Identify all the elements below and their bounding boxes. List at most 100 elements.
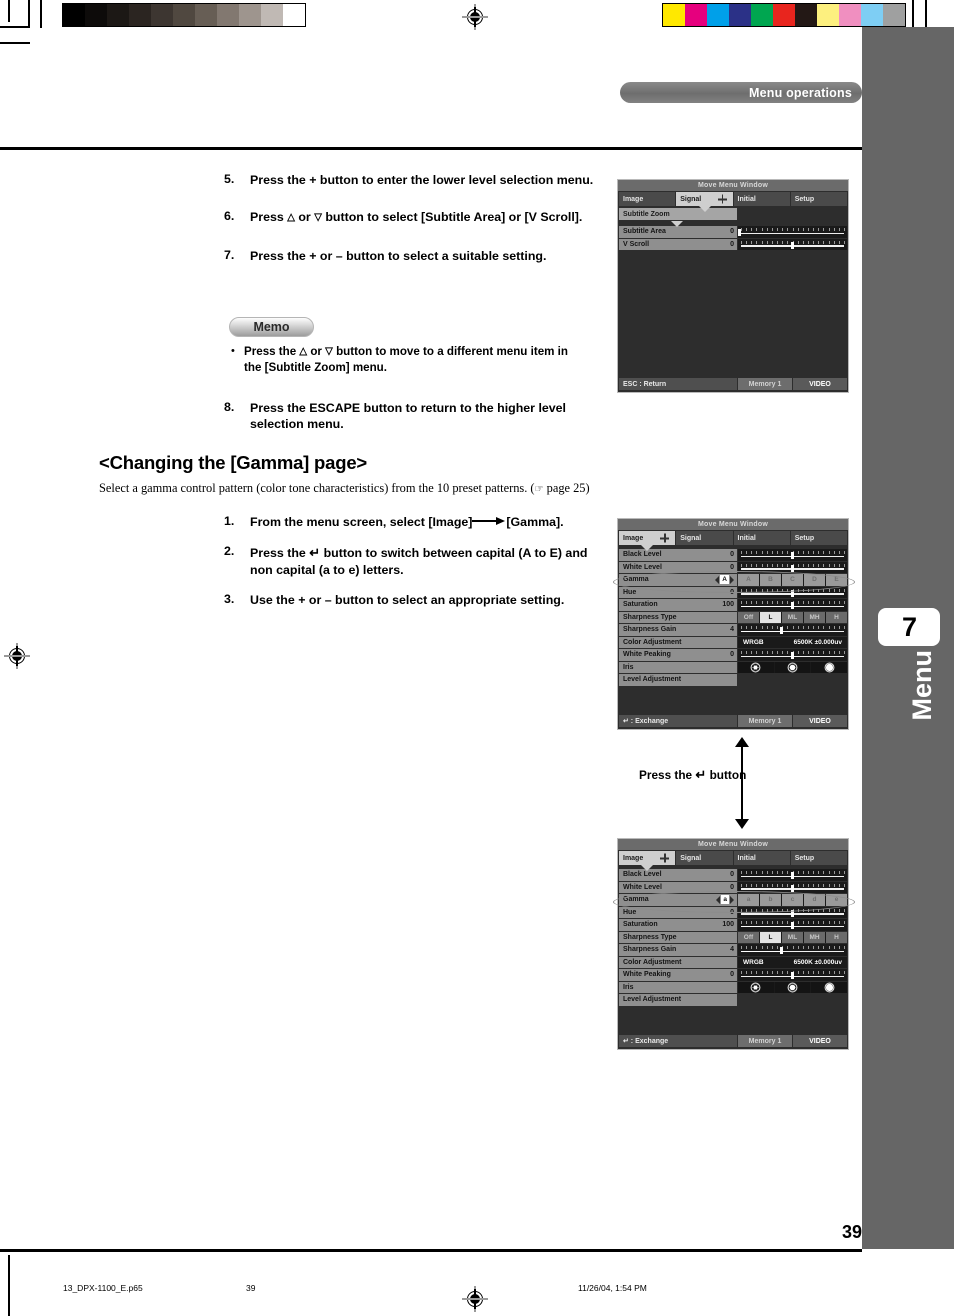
osd-tab-image[interactable]: Image <box>619 851 676 865</box>
slider-knob[interactable] <box>791 589 794 597</box>
osd-tab-setup[interactable]: Setup <box>790 192 847 206</box>
option-h[interactable]: H <box>826 931 847 943</box>
slider-knob[interactable] <box>780 947 784 954</box>
osd-row[interactable]: Saturation 100 <box>619 919 847 931</box>
osd-row[interactable]: Color Adjustment WRGB 6500K ±0.000uv <box>619 636 847 648</box>
osd-row[interactable]: Sharpness Type Off L ML MH H <box>619 931 847 943</box>
osd-submenu-subtitle-zoom[interactable]: Subtitle Zoom <box>619 208 737 220</box>
option-b[interactable]: b <box>760 894 781 906</box>
osd-row[interactable]: Saturation 100 <box>619 599 847 611</box>
osd-row-control[interactable]: Off L ML MH H <box>738 611 847 623</box>
osd-row-control[interactable] <box>738 599 847 611</box>
osd-row[interactable]: Hue 0 <box>619 906 847 918</box>
osd-row[interactable]: V Scroll 0 <box>619 238 847 250</box>
option-a[interactable]: a <box>738 894 759 906</box>
slider-knob[interactable] <box>737 229 741 236</box>
gray-swatch <box>283 4 305 26</box>
osd-row[interactable]: White Level 0 <box>619 881 847 893</box>
osd-row-control[interactable]: Off L ML MH H <box>738 931 847 943</box>
osd-row-control[interactable] <box>737 226 847 238</box>
slider-knob[interactable] <box>791 872 794 879</box>
option-e[interactable]: e <box>826 894 847 906</box>
option-h[interactable]: H <box>826 611 847 623</box>
osd-row-control[interactable] <box>738 586 847 598</box>
osd-row[interactable]: Black Level 0 <box>619 549 847 561</box>
osd-row-control[interactable]: WRGB 6500K ±0.000uv <box>738 956 847 968</box>
osd-row[interactable]: Hue 0 <box>619 586 847 598</box>
slider-knob[interactable] <box>791 564 794 572</box>
iris-icon-1[interactable] <box>738 981 774 993</box>
osd-tab-initial[interactable]: Initial <box>733 531 790 545</box>
osd-row-control[interactable] <box>738 624 847 636</box>
slider-knob[interactable] <box>791 552 794 559</box>
osd-row-control[interactable] <box>738 881 847 893</box>
option-d[interactable]: d <box>804 894 825 906</box>
osd-row-control[interactable] <box>738 561 847 573</box>
osd-tab-image[interactable]: Image <box>619 192 676 206</box>
osd-row-control[interactable] <box>738 969 847 981</box>
slider-knob[interactable] <box>791 909 794 917</box>
option-mh[interactable]: MH <box>804 611 825 623</box>
osd-row-control[interactable]: WRGB 6500K ±0.000uv <box>738 636 847 648</box>
osd-row-control[interactable] <box>738 869 847 881</box>
option-ml[interactable]: ML <box>782 931 803 943</box>
slider-knob[interactable] <box>791 972 794 979</box>
osd-row[interactable]: Subtitle Area 0 <box>619 226 847 238</box>
osd-row[interactable]: Gamma a a b c d e <box>619 894 847 906</box>
option-c[interactable]: c <box>782 894 803 906</box>
osd-row[interactable]: Sharpness Gain 4 <box>619 944 847 956</box>
option-off[interactable]: Off <box>738 611 759 623</box>
osd-row-control[interactable] <box>738 944 847 956</box>
iris-icon-3[interactable] <box>811 981 848 993</box>
osd-row-control[interactable] <box>738 649 847 661</box>
osd-row[interactable]: Level Adjustment <box>619 674 847 686</box>
osd-row[interactable]: Sharpness Gain 4 <box>619 624 847 636</box>
iris-icon-2[interactable] <box>774 661 811 673</box>
option-l[interactable]: L <box>760 611 781 623</box>
osd-tab-initial[interactable]: Initial <box>733 192 790 206</box>
option-off[interactable]: Off <box>738 931 759 943</box>
osd-row-control[interactable]: ABCDE <box>738 574 847 586</box>
osd-row-control[interactable] <box>738 661 848 673</box>
slider-knob[interactable] <box>780 627 784 634</box>
osd-tab-setup[interactable]: Setup <box>790 851 847 865</box>
osd-row[interactable]: Color Adjustment WRGB 6500K ±0.000uv <box>619 956 847 968</box>
osd-row[interactable]: Iris <box>619 981 848 993</box>
osd-tab-signal[interactable]: Signal <box>676 192 733 206</box>
osd-row[interactable]: White Level 0 <box>619 561 847 573</box>
osd-row-control[interactable] <box>738 906 847 918</box>
osd-row-control[interactable] <box>738 981 848 993</box>
slider-knob[interactable] <box>791 241 794 249</box>
option-l[interactable]: L <box>760 931 781 943</box>
iris-icon-2[interactable] <box>774 981 811 993</box>
slider-knob[interactable] <box>791 602 794 609</box>
osd-row[interactable]: Sharpness Type Off L ML MH H <box>619 611 847 623</box>
osd-tab-image[interactable]: Image <box>619 531 676 545</box>
osd-tab-initial[interactable]: Initial <box>733 851 790 865</box>
osd-row-control[interactable]: abcde <box>738 894 847 906</box>
option-mh[interactable]: MH <box>804 931 825 943</box>
slider-knob[interactable] <box>791 922 794 929</box>
osd-row[interactable]: White Peaking 0 <box>619 969 847 981</box>
osd-row[interactable]: White Peaking 0 <box>619 649 847 661</box>
option-d[interactable]: D <box>804 574 825 586</box>
slider-knob[interactable] <box>791 652 794 659</box>
osd-row[interactable]: Black Level 0 <box>619 869 847 881</box>
option-e[interactable]: E <box>826 574 847 586</box>
osd-row-control[interactable] <box>738 919 847 931</box>
osd-row[interactable]: Gamma A A B C D E <box>619 574 847 586</box>
osd-tab-signal[interactable]: Signal <box>676 851 733 865</box>
iris-icon-3[interactable] <box>811 661 848 673</box>
slider-knob[interactable] <box>791 884 794 892</box>
osd-row[interactable]: Level Adjustment <box>619 994 847 1006</box>
option-c[interactable]: C <box>782 574 803 586</box>
option-ml[interactable]: ML <box>782 611 803 623</box>
iris-icon-1[interactable] <box>738 661 774 673</box>
osd-tab-signal[interactable]: Signal <box>676 531 733 545</box>
option-b[interactable]: B <box>760 574 781 586</box>
osd-row-control[interactable] <box>738 238 847 250</box>
option-a[interactable]: A <box>738 574 759 586</box>
osd-row[interactable]: Iris <box>619 661 848 673</box>
osd-tab-setup[interactable]: Setup <box>790 531 847 545</box>
osd-row-control[interactable] <box>738 549 847 561</box>
